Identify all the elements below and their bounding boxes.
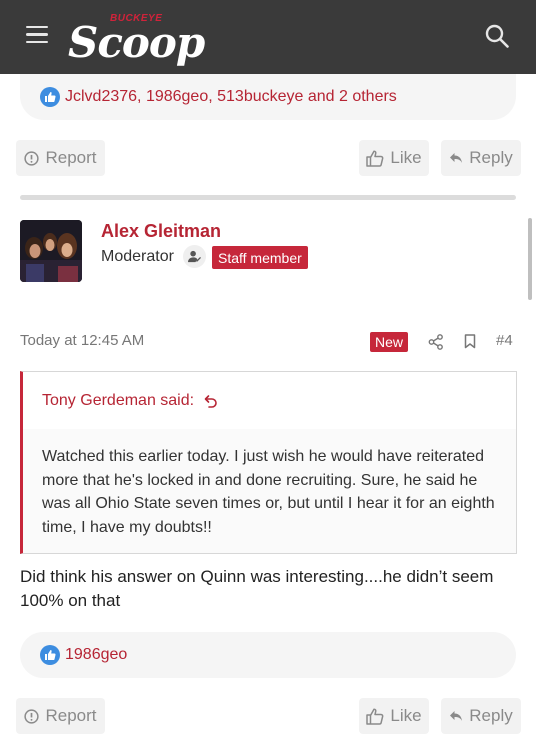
reactions-bar[interactable]: Jclvd2376, 1986geo, 513buckeye and 2 oth… — [20, 74, 516, 120]
post-message: Did think his answer on Quinn was intere… — [20, 567, 494, 610]
reactions-users[interactable]: Jclvd2376, 1986geo, 513buckeye and 2 oth… — [65, 88, 397, 106]
thumbs-up-icon — [366, 707, 384, 725]
report-label: Report — [45, 148, 97, 167]
scrollbar[interactable] — [528, 218, 532, 300]
user-title: Moderator — [101, 248, 174, 265]
hamburger-menu-icon[interactable] — [26, 26, 48, 44]
site-logo[interactable]: BUCKEYE Scoop — [68, 6, 205, 67]
reactions-bar[interactable]: 1986geo — [20, 632, 516, 678]
staff-member-badge: Staff member — [212, 246, 308, 269]
quote-header[interactable]: Tony Gerdeman said: — [23, 372, 516, 429]
jump-to-quote-icon[interactable] — [204, 394, 218, 408]
report-button[interactable]: Report — [16, 140, 105, 176]
thumbs-up-icon — [366, 149, 384, 167]
share-icon[interactable] — [428, 334, 444, 350]
post-author-name[interactable]: Alex Gleitman — [101, 221, 221, 242]
like-label: Like — [390, 148, 422, 167]
thumbs-up-reaction-icon — [40, 645, 60, 665]
quote-author[interactable]: Tony Gerdeman said: — [42, 392, 194, 410]
quote-block: Tony Gerdeman said: Watched this earlier… — [20, 371, 517, 554]
post-timestamp[interactable]: Today at 12:45 AM — [20, 332, 144, 349]
thumbs-up-reaction-icon — [40, 87, 60, 107]
moderator-icon — [183, 245, 206, 268]
like-button[interactable]: Like — [359, 698, 429, 734]
reply-label: Reply — [469, 148, 513, 167]
logo-scoop-text: Scoop — [68, 18, 205, 67]
reactions-users[interactable]: 1986geo — [65, 646, 127, 664]
reply-arrow-icon — [450, 153, 463, 163]
alert-circle-icon — [24, 150, 40, 166]
reply-button[interactable]: Reply — [441, 140, 521, 176]
post-number-link[interactable]: #4 — [496, 332, 513, 349]
reply-button[interactable]: Reply — [441, 698, 521, 734]
quote-text: Watched this earlier today. I just wish … — [42, 448, 495, 536]
bookmark-icon[interactable] — [464, 334, 476, 349]
report-label: Report — [45, 706, 97, 725]
like-label: Like — [390, 706, 422, 725]
report-button[interactable]: Report — [16, 698, 105, 734]
post-separator — [20, 195, 516, 200]
reply-label: Reply — [469, 706, 513, 725]
avatar[interactable] — [20, 220, 82, 282]
search-icon[interactable] — [484, 23, 510, 49]
top-header: BUCKEYE Scoop — [0, 0, 536, 74]
new-badge: New — [370, 332, 409, 352]
reply-arrow-icon — [450, 711, 463, 721]
like-button[interactable]: Like — [359, 140, 429, 176]
alert-circle-icon — [24, 708, 40, 724]
